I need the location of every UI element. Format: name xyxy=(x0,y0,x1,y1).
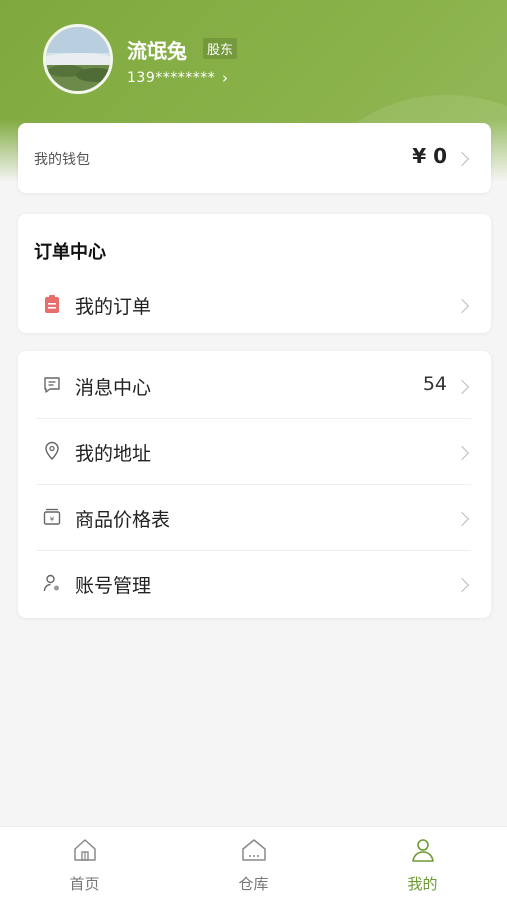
tab-mine[interactable]: 我的 xyxy=(338,827,507,901)
menu-card: 消息中心 54 我的地址 ¥ 商品价格表 账号管理 xyxy=(18,351,491,618)
phone-number[interactable]: 139******** xyxy=(127,70,215,86)
chevron-right-icon xyxy=(454,577,470,593)
role-badge: 股东 xyxy=(203,38,238,59)
menu-item-price-list[interactable]: ¥ 商品价格表 xyxy=(18,485,491,551)
svg-text:¥: ¥ xyxy=(50,516,55,524)
menu-item-messages[interactable]: 消息中心 54 xyxy=(18,353,491,419)
chevron-right-icon xyxy=(454,445,470,461)
username[interactable]: 流氓兔 xyxy=(127,35,187,64)
order-center-card: 订单中心 我的订单 xyxy=(18,214,491,333)
location-pin-icon xyxy=(45,441,59,460)
chevron-right-icon[interactable]: › xyxy=(222,69,228,87)
home-icon xyxy=(74,839,96,861)
bottom-tab-bar: 首页 仓库 我的 xyxy=(0,826,507,901)
menu-item-label: 消息中心 xyxy=(75,377,152,399)
tab-label: 首页 xyxy=(69,875,100,893)
tab-warehouse[interactable]: 仓库 xyxy=(169,827,338,901)
my-orders-label: 我的订单 xyxy=(75,296,152,318)
chevron-right-icon xyxy=(454,298,470,314)
message-count: 54 xyxy=(422,373,447,395)
tab-label: 仓库 xyxy=(238,875,269,893)
clipboard-icon xyxy=(45,295,59,313)
profile-icon xyxy=(412,839,434,862)
menu-item-label: 商品价格表 xyxy=(75,509,171,531)
wallet-card[interactable]: 我的钱包 ¥ 0 xyxy=(18,123,491,193)
user-settings-icon xyxy=(43,574,59,592)
menu-item-account[interactable]: 账号管理 xyxy=(18,551,491,617)
price-list-icon: ¥ xyxy=(43,508,61,525)
menu-item-label: 我的地址 xyxy=(75,443,152,465)
chevron-right-icon xyxy=(454,151,470,167)
chevron-right-icon xyxy=(454,511,470,527)
tab-label: 我的 xyxy=(407,875,438,893)
order-center-title: 订单中心 xyxy=(34,242,106,263)
chevron-right-icon xyxy=(454,379,470,395)
wallet-balance: ¥ 0 xyxy=(412,144,447,168)
menu-item-label: 账号管理 xyxy=(75,575,152,597)
warehouse-icon xyxy=(242,839,266,861)
menu-item-address[interactable]: 我的地址 xyxy=(18,419,491,485)
wallet-label: 我的钱包 xyxy=(34,152,90,168)
my-orders-item[interactable]: 我的订单 xyxy=(18,272,491,338)
avatar[interactable] xyxy=(43,24,113,94)
tab-home[interactable]: 首页 xyxy=(0,827,169,901)
message-icon xyxy=(44,377,60,393)
